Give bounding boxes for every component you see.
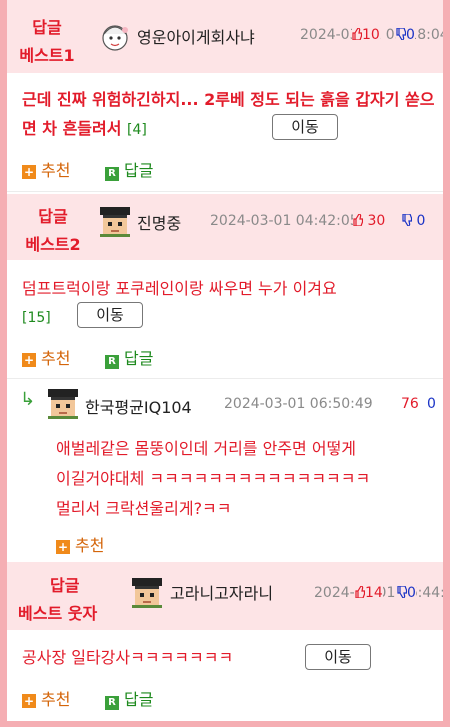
post-text: 공사장 일타강사ㅋㅋㅋㅋㅋㅋㅋ: [22, 648, 234, 667]
r-icon: R: [105, 355, 119, 369]
thumbs-down-icon: [397, 586, 407, 598]
recommend-label: 추천: [41, 161, 71, 180]
upvote-count[interactable]: 14: [355, 585, 383, 601]
avatar[interactable]: [100, 207, 130, 237]
avatar[interactable]: [48, 389, 78, 419]
recommend-button[interactable]: + 추천: [22, 686, 70, 710]
downvote-count[interactable]: 0: [402, 213, 425, 229]
rank-line2: 베스트2: [25, 235, 81, 254]
reply-content: 애벌레같은 몸뚱이인데 거리를 안주면 어떻게 이길거야대체 ㅋㅋㅋㅋㅋㅋㅋㅋㅋ…: [56, 434, 450, 524]
rank-label: 답글 베스트1: [14, 14, 80, 66]
reply-label: 답글: [124, 349, 154, 368]
rank-line1: 답글: [50, 576, 80, 595]
avatar[interactable]: [132, 578, 162, 608]
plus-icon: +: [56, 540, 70, 554]
post-content: 근데 진짜 위험하긴하지... 2루베 정도 되는 흙을 갑자기 쏟으면 차 흔…: [22, 85, 442, 145]
downvote-value: 0: [416, 213, 426, 229]
thumbs-up-icon: [355, 586, 365, 598]
downvote-value: 0: [407, 585, 416, 601]
move-button[interactable]: 이동: [272, 114, 338, 140]
upvote-value: 10: [362, 27, 380, 43]
post-text: 근데 진짜 위험하긴하지... 2루베 정도 되는 흙을 갑자기 쏟으면 차 흔…: [22, 90, 435, 138]
downvote-count[interactable]: 0: [397, 585, 416, 601]
recommend-button[interactable]: + 추천: [56, 532, 104, 556]
rank-line1: 답글: [32, 18, 62, 37]
recommend-button[interactable]: + 추천: [22, 345, 70, 369]
upvote-count[interactable]: 10: [352, 27, 380, 43]
reply-arrow-icon: ↳: [20, 389, 36, 410]
thumbs-down-icon: [402, 214, 412, 226]
post-date: 2024-03-01 04:42:05: [210, 213, 359, 229]
reply-line: 이길거야대체 ㅋㅋㅋㅋㅋㅋㅋㅋㅋㅋㅋㅋㅋㅋㅋ: [56, 469, 371, 488]
thumbs-up-icon: [353, 214, 363, 226]
downvote-count[interactable]: 0: [427, 396, 436, 412]
plus-icon: +: [22, 165, 36, 179]
upvote-value: 14: [365, 585, 383, 601]
r-icon: R: [105, 696, 119, 710]
move-button[interactable]: 이동: [77, 302, 143, 328]
r-icon: R: [105, 167, 119, 181]
rank-label: 답글 베스트2: [14, 203, 92, 255]
recommend-label: 추천: [41, 349, 71, 368]
rank-line2: 베스트1: [19, 46, 75, 65]
downvote-value: 0: [406, 27, 415, 43]
recommend-label: 추천: [75, 536, 105, 555]
nickname[interactable]: 한국평균IQ104: [85, 394, 192, 418]
plus-icon: +: [22, 694, 36, 708]
rank-label: 답글 베스트 웃자: [18, 572, 118, 624]
reply-count: [4]: [127, 122, 147, 138]
upvote-value: 30: [367, 213, 386, 229]
reply-button[interactable]: R 답글: [105, 686, 153, 710]
upvote-count[interactable]: 76: [401, 396, 419, 412]
nickname[interactable]: 고라니고자라니: [170, 580, 273, 604]
plus-icon: +: [22, 353, 36, 367]
recommend-label: 추천: [41, 690, 71, 709]
thumbs-up-icon: [352, 28, 362, 40]
downvote-count[interactable]: 0: [396, 27, 415, 43]
reply-line: 멀리서 크락션울리게?ㅋㅋ: [56, 499, 232, 518]
reply-line: 애벌레같은 몸뚱이인데 거리를 안주면 어떻게: [56, 439, 357, 458]
post-text: 덤프트럭이랑 포쿠레인이랑 싸우면 누가 이겨요: [22, 279, 337, 298]
reply-label: 답글: [124, 690, 154, 709]
divider: [7, 378, 443, 379]
divider: [7, 191, 443, 192]
recommend-button[interactable]: + 추천: [22, 157, 70, 181]
nickname[interactable]: 진명중: [137, 210, 181, 234]
avatar[interactable]: [100, 22, 130, 52]
rank-line2: 베스트 웃자: [18, 604, 98, 623]
nickname[interactable]: 영운아이게회사냐: [137, 24, 255, 48]
upvote-count[interactable]: 30: [353, 213, 386, 229]
reply-label: 답글: [124, 161, 154, 180]
thumbs-down-icon: [396, 28, 406, 40]
move-button[interactable]: 이동: [305, 644, 371, 670]
rank-line1: 답글: [38, 207, 68, 226]
reply-button[interactable]: R 답글: [105, 157, 153, 181]
reply-button[interactable]: R 답글: [105, 345, 153, 369]
post-date: 2024-03-01 06:50:49: [224, 396, 373, 412]
